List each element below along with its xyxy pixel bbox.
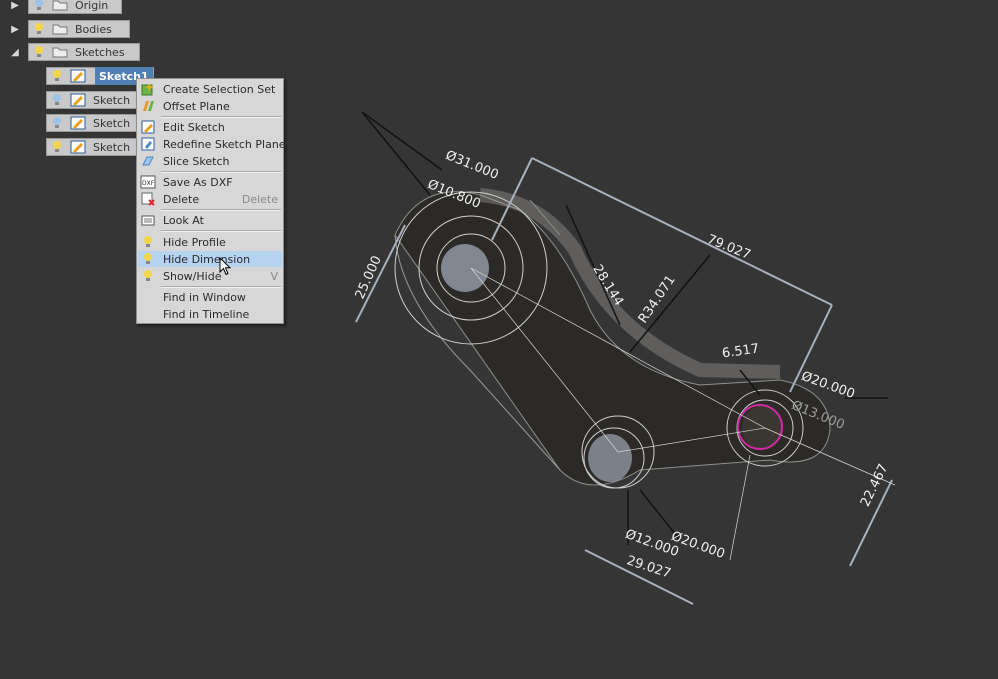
offset-plane-icon <box>138 98 158 114</box>
sketch-icon <box>67 138 89 156</box>
sketch-item-2[interactable]: Sketch <box>46 91 138 109</box>
menu-item-show-hide[interactable]: Show/Hide V <box>138 268 282 284</box>
sketches-row[interactable]: ◢ <box>8 43 22 61</box>
menu-item-shortcut: Delete <box>241 192 278 206</box>
lightbulb-icon <box>138 251 158 267</box>
sketch-icon <box>67 91 89 109</box>
sketch-item-label: Sketch <box>93 93 131 107</box>
menu-item-hide-profile[interactable]: Hide Profile <box>138 234 282 250</box>
edit-sketch-icon <box>138 119 158 135</box>
lightbulb-icon[interactable] <box>47 67 67 85</box>
sketch-item-label: Sketch <box>93 140 131 154</box>
menu-item-label: Edit Sketch <box>163 120 225 134</box>
expand-arrow-icon[interactable]: ▶ <box>8 0 22 14</box>
menu-item-label: Hide Profile <box>163 235 226 249</box>
menu-item-label: Save As DXF <box>163 175 233 189</box>
menu-separator <box>161 116 281 118</box>
look-at-icon <box>138 212 158 228</box>
hole-bottom <box>588 434 632 482</box>
menu-item-label: Offset Plane <box>163 99 230 113</box>
menu-item-label: Slice Sketch <box>163 154 230 168</box>
menu-item-look-at[interactable]: Look At <box>138 212 282 228</box>
menu-item-label: Show/Hide <box>163 269 222 283</box>
origin-label: Origin <box>75 0 109 12</box>
bodies-node[interactable]: Bodies <box>28 20 130 38</box>
bodies-row[interactable]: ▶ <box>8 20 22 38</box>
slice-sketch-icon <box>138 153 158 169</box>
sketches-label: Sketches <box>75 45 125 59</box>
menu-item-label: Create Selection Set <box>163 82 276 96</box>
expand-arrow-icon[interactable]: ▶ <box>8 20 22 38</box>
sketch-item-3[interactable]: Sketch <box>46 114 138 132</box>
menu-item-label: Look At <box>163 213 204 227</box>
lightbulb-icon[interactable] <box>47 91 67 109</box>
menu-separator <box>161 171 281 173</box>
sketch-icon <box>67 114 89 132</box>
sketch-item-4[interactable]: Sketch <box>46 138 138 156</box>
folder-icon <box>49 43 71 61</box>
folder-icon <box>49 0 71 14</box>
sketch-item-label: Sketch <box>93 116 131 130</box>
menu-item-delete[interactable]: Delete Delete <box>138 191 282 207</box>
menu-item-label: Find in Window <box>163 290 246 304</box>
origin-node[interactable]: Origin <box>28 0 122 14</box>
lightbulb-icon[interactable] <box>47 138 67 156</box>
menu-item-redefine-sketch-plane[interactable]: Redefine Sketch Plane <box>138 136 286 152</box>
menu-item-find-in-window[interactable]: Find in Window <box>138 289 282 305</box>
menu-separator <box>161 209 281 211</box>
sketch-icon <box>67 67 89 85</box>
menu-item-create-selection-set[interactable]: Create Selection Set <box>138 81 282 97</box>
delete-icon <box>138 191 158 207</box>
context-menu: Create Selection Set Offset Plane Edit S… <box>136 78 286 324</box>
menu-item-edit-sketch[interactable]: Edit Sketch <box>138 119 282 135</box>
selection-set-icon <box>138 81 158 97</box>
menu-separator <box>161 230 281 232</box>
menu-item-shortcut: V <box>270 269 278 283</box>
mouse-cursor-icon <box>219 257 232 276</box>
menu-item-slice-sketch[interactable]: Slice Sketch <box>138 153 282 169</box>
bodies-label: Bodies <box>75 22 112 36</box>
svg-text:DXF: DXF <box>142 180 155 187</box>
folder-icon <box>49 20 71 38</box>
dxf-icon: DXF <box>138 174 158 190</box>
menu-item-label: Hide Dimension <box>163 252 251 266</box>
origin-row[interactable]: ▶ <box>8 0 22 14</box>
lightbulb-icon <box>138 268 158 284</box>
lightbulb-icon[interactable] <box>29 0 49 14</box>
menu-item-label: Redefine Sketch Plane <box>163 137 286 151</box>
menu-item-save-as-dxf[interactable]: DXF Save As DXF <box>138 174 282 190</box>
lightbulb-icon[interactable] <box>29 20 49 38</box>
hole-top <box>441 244 489 292</box>
menu-item-label: Delete <box>163 192 200 206</box>
menu-item-label: Find in Timeline <box>163 307 250 321</box>
lightbulb-icon[interactable] <box>29 43 49 61</box>
lightbulb-icon[interactable] <box>47 114 67 132</box>
redefine-plane-icon <box>138 136 158 152</box>
lightbulb-icon <box>138 234 158 250</box>
collapse-arrow-icon[interactable]: ◢ <box>8 43 22 61</box>
menu-item-offset-plane[interactable]: Offset Plane <box>138 98 282 114</box>
menu-item-hide-dimension[interactable]: Hide Dimension <box>138 251 282 267</box>
menu-item-find-in-timeline[interactable]: Find in Timeline <box>138 306 282 322</box>
menu-separator <box>161 286 281 288</box>
sketches-node[interactable]: Sketches <box>28 43 140 61</box>
